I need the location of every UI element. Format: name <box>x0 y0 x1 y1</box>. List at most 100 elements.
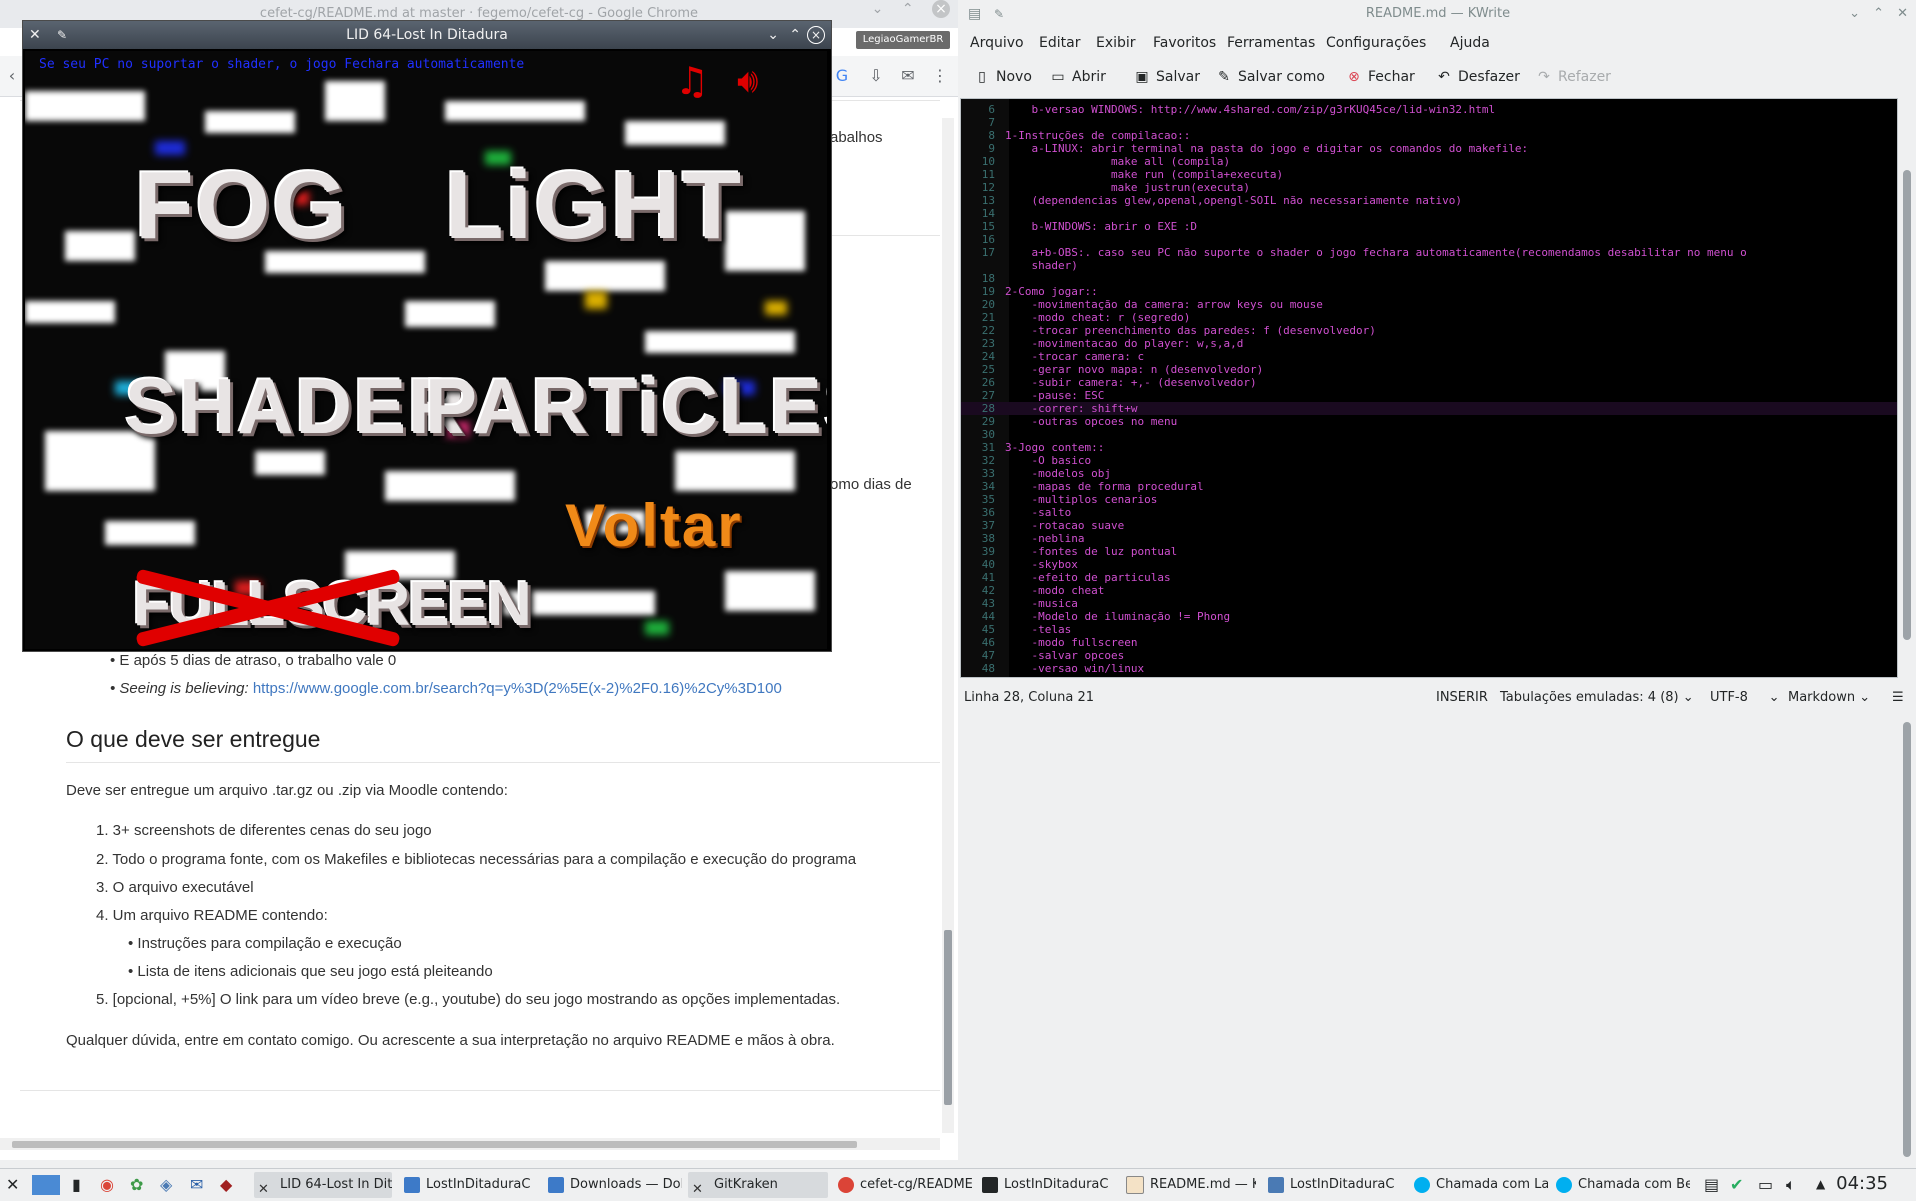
editor-scrollbar-thumb[interactable] <box>1903 170 1911 640</box>
code-line[interactable]: 45 -telas <box>961 623 1897 636</box>
back-arrow-icon[interactable]: ‹ <box>2 66 22 86</box>
task-folder[interactable]: LostInDitaduraC <box>400 1172 534 1198</box>
code-line[interactable]: 43 -musica <box>961 597 1897 610</box>
cursor-position[interactable]: Linha 28, Coluna 21 <box>964 690 1094 705</box>
code-line[interactable]: 42 -modo cheat <box>961 584 1897 597</box>
code-line[interactable]: 20 -movimentação da camera: arrow keys o… <box>961 298 1897 311</box>
task-skype-2[interactable]: Chamada com Be <box>1552 1172 1690 1198</box>
code-line[interactable]: 39 -fontes de luz pontual <box>961 545 1897 558</box>
syntax-mode[interactable]: Markdown ⌄ <box>1788 690 1870 705</box>
close-icon[interactable]: × <box>932 0 950 18</box>
input-mode[interactable]: INSERIR <box>1436 690 1488 705</box>
code-line[interactable]: 49 -amor <box>961 675 1897 677</box>
task-gitkraken[interactable]: ✕ GitKraken <box>688 1172 828 1198</box>
code-line[interactable]: 31 3-Jogo contem:: <box>961 441 1897 454</box>
close-icon[interactable]: × <box>807 26 825 44</box>
code-line[interactable]: 47 -salvar opcoes <box>961 649 1897 662</box>
menu-ajuda[interactable]: Ajuda <box>1450 35 1490 51</box>
game-canvas[interactable]: Se seu PC no suportar o shader, o jogo F… <box>25 51 827 649</box>
menu-ferramentas[interactable]: Ferramentas <box>1227 35 1315 51</box>
minimize-icon[interactable]: ⌄ <box>1849 0 1860 28</box>
code-line[interactable]: 6 b-versao WINDOWS: http://www.4shared.c… <box>961 103 1897 116</box>
menu-configuracoes[interactable]: Configurações <box>1326 35 1426 51</box>
clipboard-icon[interactable]: ▤ <box>1704 1175 1719 1194</box>
code-line[interactable]: 29 -outras opcoes no menu <box>961 415 1897 428</box>
indentation-setting[interactable]: Tabulações emuladas: 4 (8) ⌄ <box>1500 690 1694 705</box>
code-line[interactable]: 13 (dependencias glew,openal,opengl-SOIL… <box>961 194 1897 207</box>
new-button[interactable]: ▯ Novo <box>974 69 1032 85</box>
code-line[interactable]: 19 2-Como jogar:: <box>961 285 1897 298</box>
code-line[interactable]: 11 make run (compila+executa) <box>961 168 1897 181</box>
open-button[interactable]: ▭ Abrir <box>1050 69 1106 85</box>
code-line[interactable]: 28 -correr: shift+w <box>961 402 1897 415</box>
chrome-menu-icon[interactable]: ⋮ <box>930 66 950 86</box>
minimize-icon[interactable]: ⌄ <box>767 21 779 49</box>
code-line[interactable]: 25 -gerar novo mapa: n (desenvolvedor) <box>961 363 1897 376</box>
menu-shader[interactable]: SHADER <box>125 361 466 452</box>
code-line[interactable]: 23 -movimentacao do player: w,s,a,d <box>961 337 1897 350</box>
speaker-icon[interactable]: 🔊︎ <box>737 61 758 101</box>
menu-arquivo[interactable]: Arquivo <box>970 35 1024 51</box>
code-line[interactable]: 48 -versao win/linux <box>961 662 1897 675</box>
code-line[interactable]: 9 a-LINUX: abrir terminal na pasta do jo… <box>961 142 1897 155</box>
application-launcher-icon[interactable]: ✕ <box>6 1175 19 1194</box>
code-line[interactable]: 37 -rotacao suave <box>961 519 1897 532</box>
close-document-button[interactable]: ⊗ Fechar <box>1346 69 1415 85</box>
code-line[interactable]: 22 -trocar preenchimento das paredes: f … <box>961 324 1897 337</box>
task-chrome[interactable]: cefet-cg/README <box>834 1172 972 1198</box>
app-icon[interactable]: ◆ <box>220 1175 232 1194</box>
code-line[interactable]: 32 -O basico <box>961 454 1897 467</box>
task-skype-1[interactable]: Chamada com La <box>1410 1172 1548 1198</box>
save-as-button[interactable]: ✎ Salvar como <box>1216 69 1325 85</box>
task-downloads[interactable]: Downloads — Dolphin <box>544 1172 682 1198</box>
task-game[interactable]: ✕LID 64-Lost In Ditadura <box>254 1172 392 1198</box>
clock[interactable]: 04:35 <box>1836 1173 1888 1194</box>
minimize-icon[interactable]: ⌄ <box>872 1 884 17</box>
close-icon[interactable]: ✕ <box>1897 0 1908 28</box>
menu-favoritos[interactable]: Favoritos <box>1153 35 1216 51</box>
code-line[interactable]: 26 -subir camera: +,- (desenvolvedor) <box>961 376 1897 389</box>
code-line[interactable]: 14 <box>961 207 1897 220</box>
redo-button[interactable]: ↷ Refazer <box>1536 69 1611 85</box>
shield-icon[interactable]: ◈ <box>160 1175 172 1194</box>
code-line[interactable]: 30 <box>961 428 1897 441</box>
tray-expand-icon[interactable]: ▲ <box>1816 1177 1825 1191</box>
pin-icon[interactable]: ✎ <box>57 21 67 49</box>
menu-light[interactable]: LiGHT <box>445 151 743 261</box>
maximize-icon[interactable]: ⌃ <box>1873 0 1884 28</box>
code-line[interactable]: 41 -efeito de particulas <box>961 571 1897 584</box>
pin-icon[interactable]: ✎ <box>994 0 1004 28</box>
music-note-icon[interactable]: ♫ <box>675 59 709 103</box>
maximize-icon[interactable]: ⌃ <box>789 21 801 49</box>
desktop-pager-icon[interactable] <box>32 1175 60 1195</box>
search-link[interactable]: https://www.google.com.br/search?q=y%3D(… <box>253 680 782 697</box>
code-line[interactable]: 16 <box>961 233 1897 246</box>
encoding-setting[interactable]: UTF-8 ⌄ <box>1710 690 1779 705</box>
task-kwrite[interactable]: README.md — KWrite <box>1122 1172 1256 1198</box>
code-line[interactable]: 46 -modo fullscreen <box>961 636 1897 649</box>
code-line[interactable]: 15 b-WINDOWS: abrir o EXE :D <box>961 220 1897 233</box>
code-line[interactable]: 33 -modelos obj <box>961 467 1897 480</box>
code-line[interactable]: 36 -salto <box>961 506 1897 519</box>
text-editor[interactable]: 6 b-versao WINDOWS: http://www.4shared.c… <box>960 98 1898 678</box>
code-line[interactable]: 35 -multiplos cenarios <box>961 493 1897 506</box>
translate-icon[interactable]: G <box>832 66 852 86</box>
code-line[interactable]: 8 1-Instruções de compilacao:: <box>961 129 1897 142</box>
menu-fog[interactable]: FOG <box>135 151 349 261</box>
task-lostin[interactable]: LostInDitaduraC <box>1264 1172 1402 1198</box>
horizontal-scrollbar-thumb[interactable] <box>12 1141 857 1148</box>
code-line[interactable]: 17 a+b-OBS:. caso seu PC não suporte o s… <box>961 246 1897 259</box>
code-line[interactable]: 40 -skybox <box>961 558 1897 571</box>
menu-exibir[interactable]: Exibir <box>1096 35 1136 51</box>
code-line[interactable]: shader) <box>961 259 1897 272</box>
menu-particles[interactable]: PARTiCLES <box>425 361 827 452</box>
scrollbar-thumb[interactable] <box>944 930 952 1105</box>
terminal-icon[interactable]: ▮ <box>72 1175 81 1194</box>
network-icon[interactable]: ▭ <box>1758 1175 1773 1194</box>
maximize-icon[interactable]: ⌃ <box>902 1 914 17</box>
download-icon[interactable]: ⇩ <box>866 66 886 86</box>
code-line[interactable]: 38 -neblina <box>961 532 1897 545</box>
save-button[interactable]: ▣ Salvar <box>1134 69 1200 85</box>
menu-lines-icon[interactable]: ☰ <box>1892 690 1904 705</box>
code-line[interactable]: 24 -trocar camera: c <box>961 350 1897 363</box>
